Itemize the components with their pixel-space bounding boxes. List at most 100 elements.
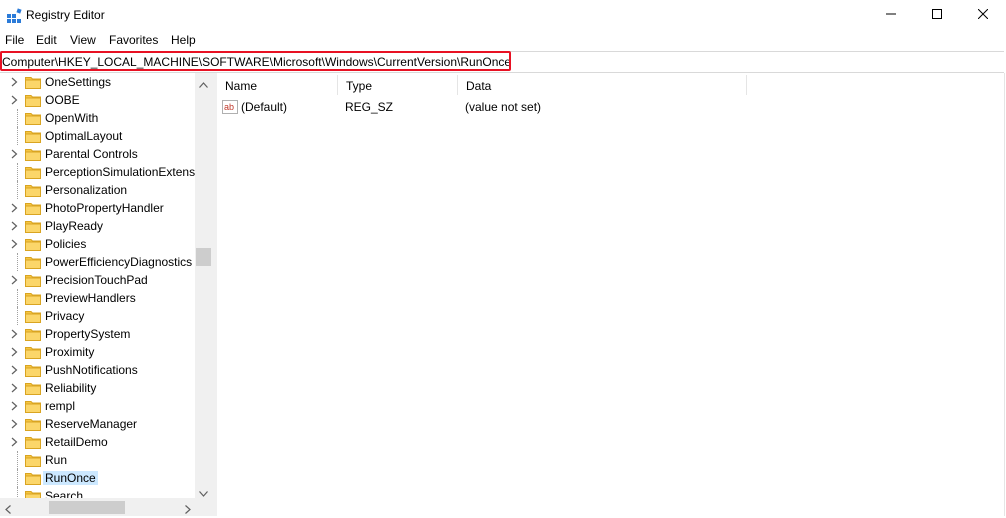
tree-item-label: Policies <box>45 237 87 251</box>
folder-icon <box>25 183 41 197</box>
column-header-data[interactable]: Data <box>458 73 747 97</box>
chevron-right-icon[interactable] <box>11 418 21 430</box>
maximize-button[interactable] <box>914 0 960 30</box>
tree-item-label: Parental Controls <box>45 147 138 161</box>
tree-item[interactable]: Parental Controls <box>0 145 196 163</box>
address-path[interactable]: Computer\HKEY_LOCAL_MACHINE\SOFTWARE\Mic… <box>2 55 511 69</box>
tree-item[interactable]: PreviewHandlers <box>0 289 196 307</box>
folder-icon <box>25 219 41 233</box>
tree-item[interactable]: PlayReady <box>0 217 196 235</box>
close-button[interactable] <box>960 0 1006 30</box>
registry-editor-icon <box>6 8 22 24</box>
tree-item-label: PhotoPropertyHandler <box>45 201 164 215</box>
folder-icon <box>25 93 41 107</box>
tree-item-label: ReserveManager <box>45 417 138 431</box>
chevron-right-icon[interactable] <box>11 202 21 214</box>
chevron-right-icon[interactable] <box>11 238 21 250</box>
tree-item[interactable]: PhotoPropertyHandler <box>0 199 196 217</box>
minimize-icon <box>886 8 896 22</box>
values-list-pane[interactable]: Name Type Data ab (Default) REG_SZ (valu… <box>217 73 1004 516</box>
tree-item[interactable]: Run <box>0 451 196 469</box>
tree-item[interactable]: PrecisionTouchPad <box>0 271 196 289</box>
menu-favorites[interactable]: Favorites <box>109 33 158 47</box>
menu-file[interactable]: File <box>5 33 24 47</box>
string-value-icon: ab <box>222 99 238 118</box>
menu-help[interactable]: Help <box>171 33 196 47</box>
folder-icon <box>25 453 41 467</box>
tree-item[interactable]: OOBE <box>0 91 196 109</box>
tree-item-label: PropertySystem <box>45 327 131 341</box>
tree-item-label: rempl <box>45 399 76 413</box>
tree-item[interactable]: OneSettings <box>0 73 196 91</box>
folder-icon <box>25 255 41 269</box>
column-header-name[interactable]: Name <box>217 73 338 97</box>
folder-icon <box>25 381 41 395</box>
value-name: (Default) <box>241 100 288 114</box>
chevron-right-icon[interactable] <box>11 94 21 106</box>
tree-horizontal-scroll-thumb[interactable] <box>49 501 125 514</box>
folder-icon <box>25 309 41 323</box>
list-header: Name Type Data <box>217 73 1004 97</box>
tree-vertical-scroll-thumb[interactable] <box>196 248 211 266</box>
tree-item-label: Run <box>45 453 68 467</box>
chevron-right-icon[interactable] <box>11 148 21 160</box>
folder-icon <box>25 363 41 377</box>
chevron-right-icon[interactable] <box>11 382 21 394</box>
tree-item[interactable]: Policies <box>0 235 196 253</box>
chevron-right-icon[interactable] <box>11 346 21 358</box>
minimize-button[interactable] <box>868 0 914 30</box>
window-right-border <box>1004 73 1005 516</box>
tree-item[interactable]: PerceptionSimulationExtens <box>0 163 196 181</box>
chevron-right-icon[interactable] <box>11 328 21 340</box>
chevron-right-icon[interactable] <box>11 76 21 88</box>
tree-item-label: PerceptionSimulationExtens <box>45 165 196 179</box>
chevron-right-icon[interactable] <box>11 220 21 232</box>
value-data: (value not set) <box>465 100 542 114</box>
tree-item[interactable]: rempl <box>0 397 196 415</box>
tree-item[interactable]: RetailDemo <box>0 433 196 451</box>
tree-item[interactable]: PowerEfficiencyDiagnostics <box>0 253 196 271</box>
tree-item[interactable]: OpenWith <box>0 109 196 127</box>
tree-item-label: OpenWith <box>45 111 99 125</box>
chevron-right-icon[interactable] <box>11 364 21 376</box>
tree-item[interactable]: Personalization <box>0 181 196 199</box>
folder-icon <box>25 399 41 413</box>
chevron-right-icon[interactable] <box>11 274 21 286</box>
tree-item-label: PreviewHandlers <box>45 291 136 305</box>
column-header-type[interactable]: Type <box>338 73 458 97</box>
chevron-right-icon[interactable] <box>11 436 21 448</box>
tree-item[interactable]: Privacy <box>0 307 196 325</box>
scroll-right-icon[interactable] <box>185 503 191 517</box>
tree-item[interactable]: Proximity <box>0 343 196 361</box>
column-name-label: Name <box>225 79 258 93</box>
tree-vertical-scrollbar[interactable] <box>195 73 212 498</box>
key-tree-pane[interactable]: OneSettings OOBE OpenWith OptimalLayout Pare… <box>0 73 213 516</box>
maximize-icon <box>932 8 942 22</box>
tree-item[interactable]: OptimalLayout <box>0 127 196 145</box>
close-icon <box>977 8 989 22</box>
tree-item[interactable]: ReserveManager <box>0 415 196 433</box>
folder-icon <box>25 201 41 215</box>
address-bar[interactable]: Computer\HKEY_LOCAL_MACHINE\SOFTWARE\Mic… <box>0 51 1004 73</box>
folder-icon <box>25 165 41 179</box>
folder-icon <box>25 345 41 359</box>
scroll-left-icon[interactable] <box>5 503 11 517</box>
menu-view[interactable]: View <box>70 33 96 47</box>
menu-edit[interactable]: Edit <box>36 33 57 47</box>
chevron-right-icon[interactable] <box>11 400 21 412</box>
tree-item[interactable]: PushNotifications <box>0 361 196 379</box>
tree-item[interactable]: RunOnce <box>0 469 196 487</box>
folder-icon <box>25 111 41 125</box>
folder-icon <box>25 147 41 161</box>
tree-item-label: PushNotifications <box>45 363 138 377</box>
title-bar: Registry Editor <box>0 0 1006 30</box>
tree-item[interactable]: PropertySystem <box>0 325 196 343</box>
folder-icon <box>25 273 41 287</box>
value-type: REG_SZ <box>345 100 394 114</box>
column-divider[interactable] <box>746 75 747 95</box>
menu-bar: File Edit View Favorites Help <box>0 30 1006 51</box>
tree-item-label: OptimalLayout <box>45 129 123 143</box>
column-data-label: Data <box>466 79 492 93</box>
scroll-up-icon[interactable] <box>199 77 208 91</box>
tree-item[interactable]: Reliability <box>0 379 196 397</box>
